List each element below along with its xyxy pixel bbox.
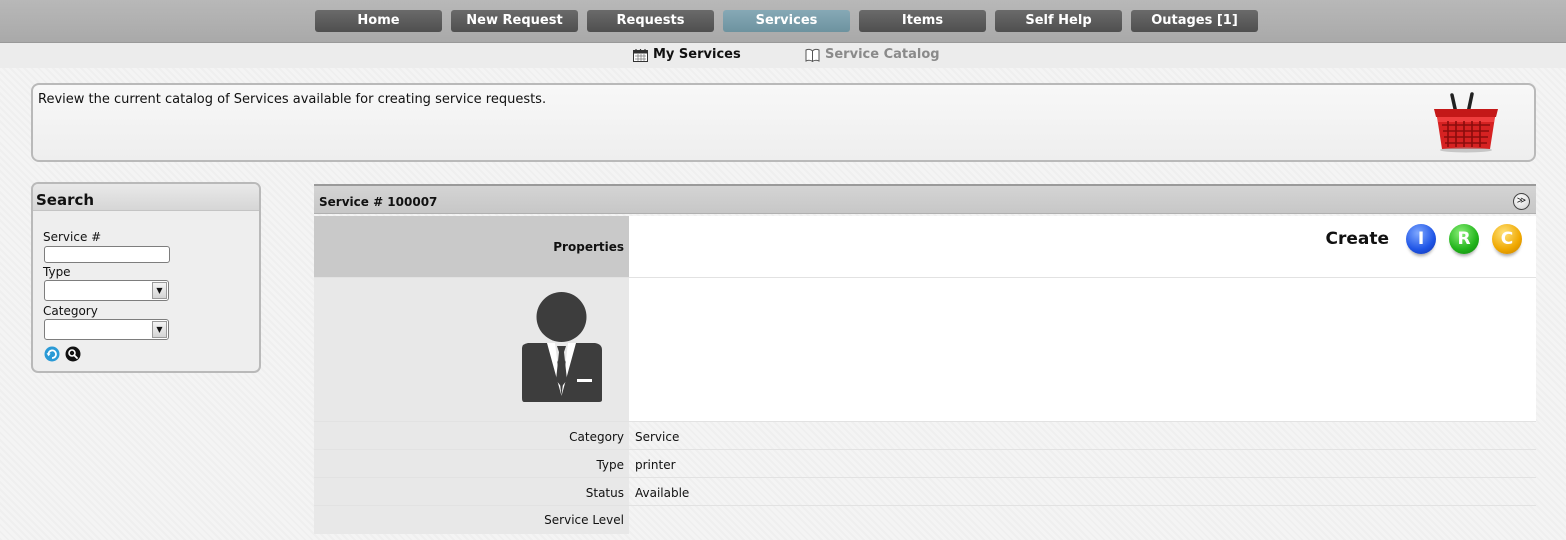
sub-nav: My Services Service Catalog <box>0 43 1566 68</box>
field-value-category: Service <box>635 430 680 444</box>
nav-requests-button[interactable]: Requests <box>587 10 714 32</box>
calendar-icon <box>633 48 648 62</box>
service-number-input[interactable] <box>44 246 170 263</box>
search-title: Search <box>33 184 259 211</box>
service-title: Service # 100007 <box>319 195 438 209</box>
create-request-button[interactable]: R <box>1449 224 1479 254</box>
category-select[interactable]: ▼ <box>44 319 169 340</box>
create-change-button[interactable]: C <box>1492 224 1522 254</box>
book-icon <box>805 48 820 62</box>
service-image-cell <box>314 278 629 421</box>
properties-row: Properties Create I R C <box>314 216 1536 278</box>
field-row: Service Level <box>314 506 1536 534</box>
field-row: Status Available <box>314 478 1536 506</box>
field-value-type: printer <box>635 458 676 472</box>
field-row: Type printer <box>314 450 1536 478</box>
nav-services-button[interactable]: Services <box>723 10 850 32</box>
tab-service-catalog-label: Service Catalog <box>825 47 940 62</box>
category-label: Category <box>43 304 98 318</box>
search-panel: Search Service # Type ▼ Category ▼ <box>31 182 261 373</box>
service-person-icon <box>522 292 602 402</box>
shopping-basket-icon <box>1434 92 1498 153</box>
service-panel-header: Service # 100007 ≫ <box>314 184 1536 214</box>
top-nav: Home New Request Requests Services Items… <box>0 0 1566 43</box>
info-message: Review the current catalog of Services a… <box>38 92 547 107</box>
field-label-type: Type <box>314 450 629 477</box>
field-label-status: Status <box>314 478 629 505</box>
reset-icon[interactable] <box>44 346 60 362</box>
nav-self-help-button[interactable]: Self Help <box>995 10 1122 32</box>
nav-new-request-button[interactable]: New Request <box>451 10 578 32</box>
nav-items-button[interactable]: Items <box>859 10 986 32</box>
tab-my-services[interactable]: My Services <box>633 47 741 62</box>
field-label-service-level: Service Level <box>314 506 629 534</box>
nav-home-button[interactable]: Home <box>315 10 442 32</box>
create-toolbar: Create I R C <box>1325 224 1522 254</box>
chevron-down-icon[interactable]: ▼ <box>152 282 167 299</box>
chevron-down-icon[interactable]: ▼ <box>152 321 167 338</box>
create-incident-button[interactable]: I <box>1406 224 1436 254</box>
properties-label: Properties <box>314 216 629 277</box>
search-icon[interactable] <box>65 346 81 362</box>
tab-service-catalog[interactable]: Service Catalog <box>805 47 940 62</box>
type-select[interactable]: ▼ <box>44 280 169 301</box>
field-value-status: Available <box>635 486 690 500</box>
nav-outages-button[interactable]: Outages [1] <box>1131 10 1258 32</box>
create-label: Create <box>1325 229 1389 249</box>
service-number-label: Service # <box>43 230 102 244</box>
type-label: Type <box>43 265 71 279</box>
collapse-icon[interactable]: ≫ <box>1513 193 1530 210</box>
field-label-category: Category <box>314 422 629 449</box>
field-row: Category Service <box>314 422 1536 450</box>
service-image-row <box>314 278 1536 422</box>
tab-my-services-label: My Services <box>653 47 741 62</box>
info-box: Review the current catalog of Services a… <box>31 83 1536 162</box>
